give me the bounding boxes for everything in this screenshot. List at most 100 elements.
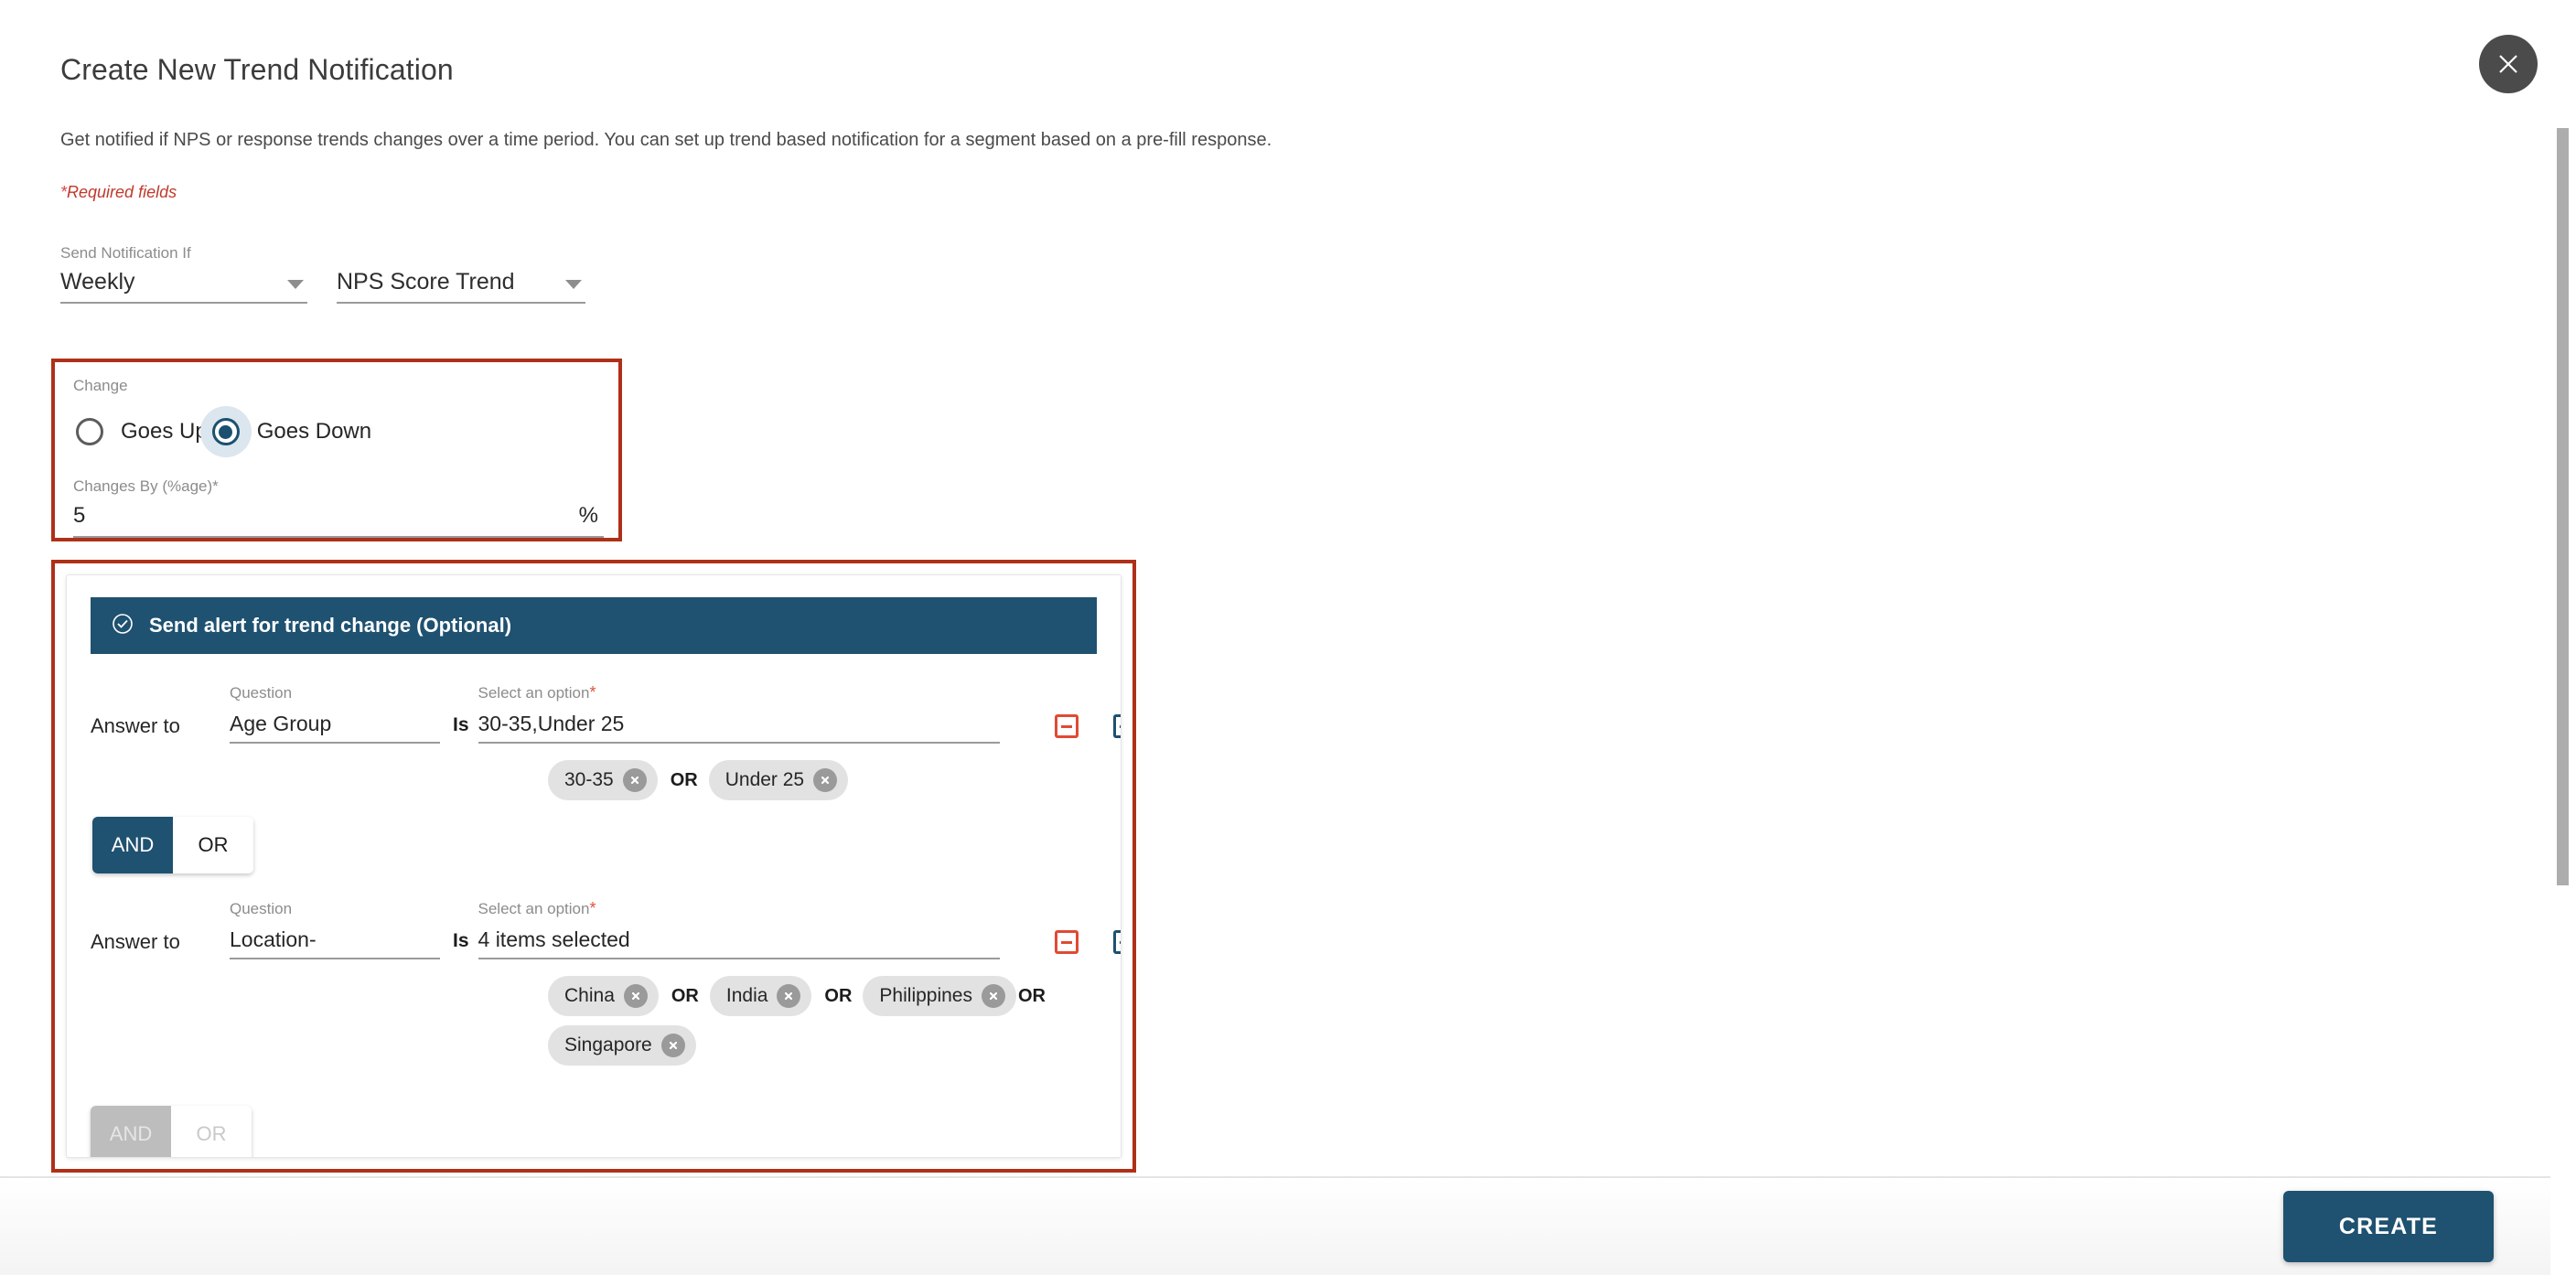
close-button[interactable] (2479, 35, 2538, 93)
condition-row-2: Answer to Question Location- Is Select a… (91, 899, 1121, 959)
chip-separator: OR (671, 985, 699, 1006)
radio-goes-down-hit (199, 406, 252, 457)
close-icon (2495, 50, 2522, 78)
option-value-1: 30-35,Under 25 (478, 712, 625, 735)
chip-label: China (564, 985, 615, 1006)
radio-selected-icon (211, 418, 240, 445)
scrollbar-thumb[interactable] (2557, 128, 2569, 885)
and-button-1[interactable]: AND (92, 817, 173, 873)
plus-box-icon[interactable] (1112, 930, 1121, 954)
radio-unselected-icon (76, 418, 103, 445)
change-radio-group: Goes Up Goes Down (76, 406, 600, 457)
page-subtitle: Get notified if NPS or response trends c… (60, 130, 1272, 150)
radio-goes-up-hit (64, 406, 115, 457)
or-button-1[interactable]: OR (173, 817, 253, 873)
chip-separator: OR (670, 769, 698, 790)
radio-dot (219, 424, 233, 439)
alert-card: Send alert for trend change (Optional) A… (66, 574, 1122, 1158)
chips-row-1: 30-35 OR Under 25 (548, 760, 1097, 800)
metric-select-wrap: NPS Score Trend (337, 245, 585, 304)
chip-label: Under 25 (724, 769, 805, 790)
option-required-star-2: * (589, 899, 596, 917)
question-value-1: Age Group (230, 712, 332, 735)
footer (0, 1178, 2576, 1275)
alert-group: Send alert for trend change (Optional) A… (51, 560, 1136, 1173)
metric-select-value: NPS Score Trend (337, 269, 515, 295)
change-label: Change (73, 377, 128, 394)
alert-header-label: Send alert for trend change (Optional) (149, 614, 512, 637)
alert-header[interactable]: Send alert for trend change (Optional) (91, 597, 1097, 654)
required-asterisk: * (60, 183, 68, 201)
chip[interactable]: 30-35 (548, 760, 658, 800)
minus-box-icon[interactable] (1054, 930, 1079, 954)
is-label-1: Is (453, 714, 469, 735)
minus-box-icon[interactable] (1054, 714, 1079, 738)
chip-separator: OR (1018, 985, 1046, 1006)
question-label-2: Question (230, 900, 293, 917)
chip-remove-icon[interactable] (660, 1034, 685, 1057)
condition-actions-1 (1054, 714, 1121, 744)
chip[interactable]: Philippines (863, 976, 1016, 1016)
option-label-1: Select an option* (478, 683, 1000, 702)
frequency-select-value: Weekly (60, 269, 135, 295)
option-required-star-1: * (589, 683, 596, 702)
and-or-toggle-2: AND OR (91, 1106, 252, 1157)
radio-goes-down-label: Goes Down (256, 419, 372, 444)
required-fields-label: Required fields (67, 183, 177, 201)
option-value-2: 4 items selected (478, 927, 630, 951)
chip-remove-icon[interactable] (622, 768, 647, 792)
option-field-2[interactable]: Select an option* 4 items selected (478, 899, 1000, 959)
plus-box-icon[interactable] (1112, 714, 1121, 738)
radio-goes-up[interactable]: Goes Up (76, 406, 208, 457)
chip-label: 30-35 (564, 769, 614, 790)
condition-actions-2 (1054, 930, 1121, 959)
chip[interactable]: Under 25 (708, 760, 849, 800)
create-button[interactable]: CREATE (2283, 1191, 2494, 1262)
chip[interactable]: India (709, 976, 812, 1016)
changes-by-label: Changes By (%age)* (73, 477, 219, 495)
and-button-2: AND (91, 1106, 171, 1157)
is-label-2: Is (453, 930, 469, 951)
chevron-down-icon (287, 279, 304, 289)
option-label-text-2: Select an option (478, 900, 590, 917)
option-label-text-1: Select an option (478, 684, 590, 702)
frequency-select-wrap: Send Notification If Weekly (60, 245, 307, 304)
chip-label: Philippines (879, 985, 972, 1006)
and-or-toggle-1[interactable]: AND OR (92, 817, 253, 873)
changes-by-input[interactable]: 5 (73, 503, 604, 529)
page-title: Create New Trend Notification (60, 53, 454, 86)
chip-remove-icon[interactable] (982, 984, 1005, 1008)
question-field-2[interactable]: Question Location- (230, 900, 440, 959)
chip-remove-icon[interactable] (623, 984, 648, 1008)
check-circle-icon (111, 612, 134, 640)
chip-remove-icon[interactable] (777, 984, 801, 1008)
radio-goes-up-label: Goes Up (121, 419, 208, 444)
chip-label: India (725, 985, 768, 1006)
condition-row-1: Answer to Question Age Group Is Select a… (91, 683, 1121, 744)
answer-to-label-2: Answer to (91, 930, 180, 953)
scrollbar-track[interactable] (2550, 0, 2576, 1275)
required-fields-note: *Required fields (60, 183, 177, 202)
frequency-select[interactable]: Weekly (60, 269, 307, 304)
question-field-1[interactable]: Question Age Group (230, 684, 440, 744)
chevron-down-icon (565, 279, 582, 289)
metric-select[interactable]: NPS Score Trend (337, 269, 585, 304)
modal-dialog: Create New Trend Notification Get notifi… (0, 0, 2576, 1275)
or-button-2: OR (171, 1106, 252, 1157)
chips-row-2: China OR India OR Philippines OR Singapo… (548, 976, 1097, 1066)
radio-goes-down[interactable]: Goes Down (199, 406, 372, 457)
chip-remove-icon[interactable] (813, 768, 838, 792)
send-notification-label: Send Notification If (60, 244, 191, 262)
change-group: Change Goes Up Goes Down Changes By (%ag… (51, 359, 622, 541)
question-label-1: Question (230, 684, 293, 702)
chip-separator: OR (824, 985, 853, 1006)
option-field-1[interactable]: Select an option* 30-35,Under 25 (478, 683, 1000, 744)
chip-label: Singapore (564, 1034, 652, 1055)
chip[interactable]: China (548, 976, 659, 1016)
percent-unit: % (578, 503, 598, 528)
answer-to-label-1: Answer to (91, 714, 180, 737)
chip[interactable]: Singapore (548, 1025, 696, 1066)
option-label-2: Select an option* (478, 899, 1000, 918)
changes-by-field[interactable]: Changes By (%age)* 5 % (73, 477, 604, 538)
send-notification-row: Send Notification If Weekly NPS Score Tr… (60, 245, 585, 304)
